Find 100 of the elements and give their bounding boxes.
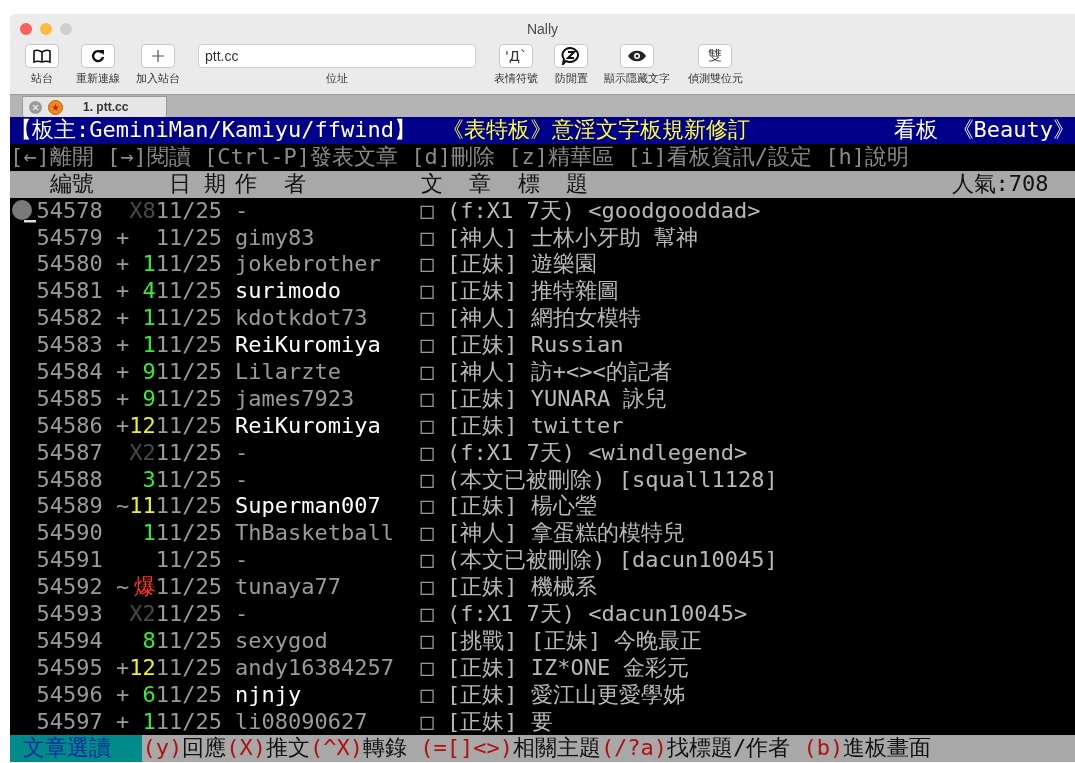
post-date: 11/25 [155,493,222,521]
toolbar-label: 加入站台 [136,71,180,86]
board-name: 《Beauty》 [951,117,1075,144]
post-date: 11/25 [155,278,222,306]
post-title[interactable]: [神人] 訪+<><的記者 [447,359,672,386]
post-date: 11/25 [155,197,222,225]
zbubble-button[interactable] [554,44,588,68]
status-mark: ~ [115,574,130,602]
post-title[interactable]: [正妹] IZ*ONE 金彩元 [447,654,690,682]
plus-button[interactable] [141,44,175,68]
post-date: 11/25 [155,359,222,386]
post-author: james7923 [235,385,356,413]
post-author: kdotkdot73 [235,305,369,333]
status-mark: + [115,224,130,252]
post-number: 54578 [36,197,103,225]
post-author: surimodo [235,278,343,306]
post-date: 11/25 [155,332,222,359]
post-title[interactable]: [正妹] YUNARA 詠兒 [447,385,668,413]
unread-symbol: □ [420,359,435,386]
post-number: 54590 [36,520,103,548]
command-label: 推文 [265,735,310,763]
post-author: jokebrother [235,251,382,279]
post-number: 54584 [36,359,103,386]
toolbar-button[interactable]: 雙 [698,44,732,68]
post-date: 11/25 [155,601,222,628]
post-title[interactable]: (本文已被刪除) [squall1128] [447,466,778,494]
post-title[interactable]: [神人] 網拍女模特 [447,305,641,333]
post-title[interactable]: [神人] 拿蛋糕的模特兒 [447,520,685,548]
minimize-window-button[interactable] [40,23,52,35]
post-title[interactable]: [正妹] 要 [447,708,553,736]
close-icon[interactable] [29,100,42,114]
recommend-count: 9 [141,359,156,386]
post-title[interactable]: [正妹] twitter [447,412,624,440]
recommend-count: 8 [141,627,156,655]
unread-symbol: □ [420,520,435,548]
unread-symbol: □ [420,547,435,575]
post-number: 54581 [36,278,103,306]
unread-symbol: □ [420,224,435,252]
post-title[interactable]: (f:X1 7天) <goodgooddad> [447,197,761,225]
speech-bubble-icon [561,47,581,65]
unread-symbol: □ [420,251,435,279]
unread-symbol: □ [420,197,435,225]
post-title[interactable]: [正妹] 楊心瑩 [447,493,597,521]
column-header: 日 期 [168,170,228,198]
recommend-count: 1 [141,708,156,736]
command-menu: [←]離開 [→]閱讀 [Ctrl-P]發表文章 [d]刪除 [z]精華區 [i]看板資訊/設定 [h]說明 [10,143,910,171]
command-key: (=[]<>) [420,735,513,763]
status-mark: + [115,305,130,333]
recommend-count: X8 [129,197,156,225]
post-author: andy16384257 [235,654,396,682]
post-title[interactable]: [正妹] 推特雜圖 [447,278,619,306]
post-author: - [235,197,250,225]
post-date: 11/25 [155,466,222,494]
recommend-count: 1 [141,305,156,333]
toolbar-label: 顯示隱藏文字 [604,71,670,86]
command-label: 相關主題 [512,735,601,763]
post-author: gimy83 [235,224,316,252]
post-date: 11/25 [155,385,222,413]
board-title: 《表特板》意淫文字板規新修訂 [442,117,751,144]
board-label: 看板 [894,117,939,144]
post-number: 54593 [36,601,103,628]
toolbar-label: 偵測雙位元 [687,71,743,86]
post-number: 54583 [36,332,103,359]
post-author: - [235,601,250,628]
post-title[interactable]: [正妹] 機械系 [447,574,597,602]
close-window-button[interactable] [20,23,32,35]
status-mark: + [115,385,130,413]
post-title[interactable]: [正妹] 愛江山更愛學姊 [447,681,685,709]
status-mark: ~ [115,493,130,521]
status-mark: + [115,251,130,279]
eye-button[interactable] [620,44,654,68]
post-author: li08090627 [235,708,369,736]
unread-symbol: □ [420,278,435,306]
post-title[interactable]: [神人] 士林小牙助 幫神 [447,224,698,252]
unread-symbol: □ [420,681,435,709]
unread-symbol: □ [420,493,435,521]
recommend-count: 1 [141,332,156,359]
column-header: 編號 [49,170,95,198]
status-mark: + [115,708,130,736]
post-title[interactable]: [正妹] 遊樂園 [447,251,597,279]
recommend-count: 爆 [132,574,156,602]
book-button[interactable] [25,44,59,68]
session-tab[interactable]: 1. ptt.cc [22,96,167,117]
refresh-button[interactable] [81,44,115,68]
address-field[interactable]: ptt.cc [198,44,476,68]
toolbar-button[interactable]: 'Д` [499,44,533,68]
post-title[interactable]: (本文已被刪除) [dacun10045] [447,547,778,575]
post-title[interactable]: [正妹] Russian [447,332,624,359]
unread-symbol: □ [420,439,435,467]
post-title[interactable]: (f:X1 7天) <dacun10045> [447,601,748,628]
popularity-count: 人氣:708 [951,170,1049,198]
post-title[interactable]: (f:X1 7天) <windlegend> [447,439,748,467]
command-label: 回應 [182,735,227,763]
book-icon [33,49,51,63]
post-date: 11/25 [155,412,222,440]
post-date: 11/25 [155,627,222,655]
post-title[interactable]: [挑戰] [正妹] 今晚最正 [447,627,703,655]
recommend-count: 9 [141,385,156,413]
post-number: 54591 [36,547,103,575]
cursor-icon [10,198,36,225]
